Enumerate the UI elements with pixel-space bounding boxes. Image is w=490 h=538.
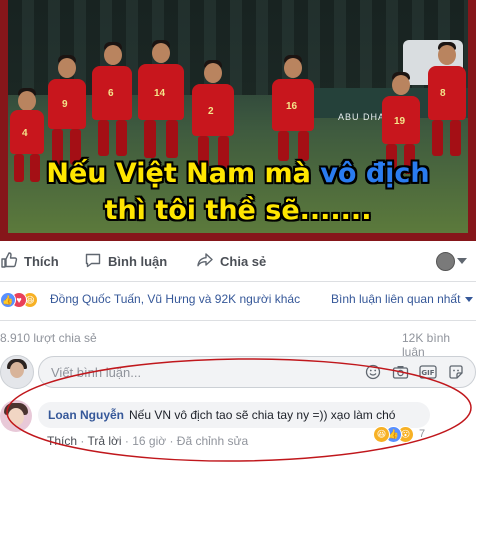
speech-bubble-icon xyxy=(84,251,108,272)
reaction-icons[interactable]: 👍 ♥ 😆 xyxy=(0,291,48,308)
comment-author[interactable]: Loan Nguyễn xyxy=(48,408,124,422)
comment-text: Nếu VN vô địch tao sẽ chia tay ny =)) xạ… xyxy=(129,408,396,422)
like-button[interactable]: Thích xyxy=(0,251,59,271)
comment-composer[interactable]: GIF xyxy=(38,356,476,388)
comment-edited[interactable]: Đã chỉnh sửa xyxy=(177,434,248,448)
like-label: Thích xyxy=(24,253,59,269)
share-label: Chia sẻ xyxy=(220,253,267,269)
photo-caption-line1: Nếu Việt Nam mà vô địch xyxy=(46,158,430,189)
thumbs-up-icon xyxy=(0,251,24,272)
haha-reaction-icon: 😆 xyxy=(373,426,390,443)
reaction-names[interactable]: Đồng Quốc Tuấn, Vũ Hưng và 92K người khá… xyxy=(50,292,300,306)
photo-scene: ABU DHABI 4 9 6 14 2 16 19 8 Nếu Việt Na… xyxy=(8,0,468,233)
share-arrow-icon xyxy=(196,251,220,272)
sticker-icon[interactable] xyxy=(447,363,465,381)
avatar[interactable] xyxy=(0,355,34,389)
comment-like-link[interactable]: Thích xyxy=(47,434,77,448)
share-button[interactable]: Chia sẻ xyxy=(196,251,266,271)
post-as-avatar[interactable] xyxy=(436,252,455,271)
meta-separator: · xyxy=(77,434,88,448)
divider xyxy=(0,281,476,282)
camera-icon[interactable] xyxy=(391,363,409,381)
comment-label: Bình luận xyxy=(108,253,168,269)
post-photo[interactable]: ABU DHABI 4 9 6 14 2 16 19 8 Nếu Việt Na… xyxy=(0,0,476,241)
post-action-bar: Thích Bình luận Chia sẻ xyxy=(0,241,476,279)
like-reaction-icon: 👍 xyxy=(0,292,16,308)
facebook-post: ABU DHABI 4 9 6 14 2 16 19 8 Nếu Việt Na… xyxy=(0,0,490,455)
divider xyxy=(0,320,476,321)
svg-text:GIF: GIF xyxy=(421,369,434,377)
photo-caption-line2: thì tôi thề sẽ....... xyxy=(104,195,372,226)
emoji-icon[interactable] xyxy=(364,363,382,381)
comment-time[interactable]: 16 giờ xyxy=(132,434,166,448)
meta-separator: · xyxy=(121,434,133,448)
avatar[interactable] xyxy=(0,400,32,432)
comment-reaction-count: 7 xyxy=(419,428,426,440)
comment-count[interactable]: 12K bình luận xyxy=(402,331,476,359)
chevron-down-icon[interactable] xyxy=(465,297,473,302)
comment-button[interactable]: Bình luận xyxy=(84,251,167,271)
comment-meta: Thích · Trả lời · 16 giờ · Đã chỉnh sửa xyxy=(47,434,248,448)
meta-separator: · xyxy=(166,434,177,448)
comment-bubble: Loan Nguyễn Nếu VN vô địch tao sẽ chia ta… xyxy=(38,402,430,428)
comment-input[interactable] xyxy=(49,364,353,381)
chevron-down-icon[interactable] xyxy=(457,258,467,264)
comment-reply-link[interactable]: Trả lời xyxy=(87,434,121,448)
gif-icon[interactable]: GIF xyxy=(419,363,437,381)
comment-text-line: Loan Nguyễn Nếu VN vô địch tao sẽ chia ta… xyxy=(48,408,395,422)
comment-sort-filter[interactable]: Bình luận liên quan nhất xyxy=(331,292,460,306)
reaction-summary: 👍 ♥ 😆 Đồng Quốc Tuấn, Vũ Hưng và 92K ngư… xyxy=(0,291,476,309)
share-count[interactable]: 8.910 lượt chia sẻ xyxy=(0,331,97,345)
